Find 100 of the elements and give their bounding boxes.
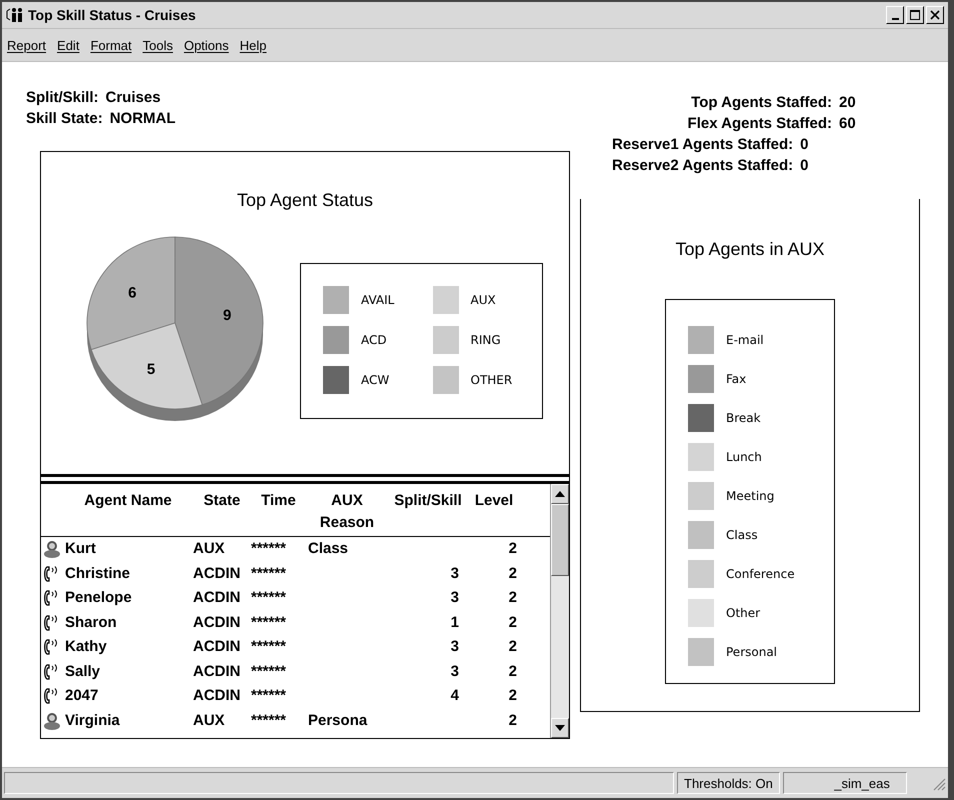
table-cell-text: 3 <box>450 662 460 682</box>
menu-item[interactable]: Tools <box>142 38 173 52</box>
table-cell-text: Class <box>307 539 350 559</box>
column-header[interactable]: Split/Skill <box>388 490 468 534</box>
table-cell-text: Persona <box>307 710 368 730</box>
table-cell-text: Penelope <box>64 588 133 608</box>
legend-label: AVAIL <box>361 293 394 307</box>
info-label: Split/Skill: <box>26 88 99 108</box>
info-value: 0 <box>800 135 810 155</box>
table-cell-text: 2 <box>508 612 518 632</box>
table-cell-text: ACDIN <box>193 588 242 608</box>
table-cell-text: 2 <box>508 710 518 730</box>
slice-label: 6 <box>128 284 136 302</box>
table-cell-text: Christine <box>64 564 132 584</box>
legend-label: Break <box>726 411 761 425</box>
status-text: _sim_eas <box>782 772 907 794</box>
info-label: Reserve2 Agents Staffed: <box>612 156 794 176</box>
table-cell-text: ACDIN <box>193 637 242 657</box>
table-cell-text: Virginia <box>64 710 121 730</box>
table-cell-text: 4 <box>450 686 460 706</box>
people-icon <box>6 7 24 23</box>
legend-label: Other <box>726 606 760 620</box>
menu-item[interactable]: Options <box>184 38 229 52</box>
legend-label: RING <box>470 333 501 347</box>
table-cell-text: 2 <box>508 564 518 584</box>
table-cell-text: ACDIN <box>193 662 242 682</box>
legend-label: Personal <box>726 645 778 659</box>
table-cell-text: ACDIN <box>193 564 242 584</box>
menu-item[interactable]: Edit <box>57 38 80 52</box>
column-header[interactable]: Agent Name <box>63 490 193 534</box>
table-cell-text: 2 <box>508 686 518 706</box>
table-cell-text: 2 <box>508 662 518 682</box>
table-cell-text: ****** <box>251 710 288 730</box>
info-label: Reserve1 Agents Staffed: <box>612 135 794 155</box>
table-cell-text: 2 <box>508 637 518 657</box>
info-label: Top Agents Staffed: <box>691 93 832 113</box>
menu-item[interactable]: Help <box>240 38 267 52</box>
person-icon <box>43 712 61 730</box>
minimize-icon <box>892 18 898 20</box>
table-cell-text: AUX <box>193 710 226 730</box>
table-cell-text: ACDIN <box>193 612 242 632</box>
table-cell-text: Sally <box>64 662 102 682</box>
column-header[interactable]: State <box>193 490 251 534</box>
maximize-button[interactable] <box>906 6 924 24</box>
scroll-thumb[interactable] <box>551 504 569 576</box>
table-cell-text: ****** <box>251 539 288 559</box>
table-cell-text: Kathy <box>64 637 108 657</box>
table-cell-text: 2 <box>508 588 518 608</box>
info-value: 0 <box>800 156 810 176</box>
chart-title: Top Agents in AUX <box>675 238 825 260</box>
person-icon <box>43 540 61 558</box>
table-cell-text: 1 <box>450 612 460 632</box>
table-cell-text: 3 <box>450 564 460 584</box>
scrollbar[interactable] <box>550 484 569 738</box>
minimize-button[interactable] <box>886 6 904 24</box>
table-cell-text: 3 <box>450 588 460 608</box>
table-cell-text: 2 <box>508 539 518 559</box>
window-title: Top Skill Status - Cruises <box>28 7 197 23</box>
menu-item[interactable]: Report <box>7 38 46 52</box>
status-text: Thresholds: On <box>677 772 780 794</box>
info-value: NORMAL <box>110 109 176 129</box>
column-header[interactable]: Time <box>251 490 306 534</box>
close-button[interactable] <box>926 6 944 24</box>
legend-label: Meeting <box>726 489 774 503</box>
legend-label: Fax <box>726 372 746 386</box>
scroll-up-icon <box>555 491 565 497</box>
info-label: Flex Agents Staffed: <box>688 114 832 134</box>
column-header[interactable]: Level <box>468 490 520 534</box>
legend-label: AUX <box>470 293 496 307</box>
table-cell-text: ACDIN <box>193 686 242 706</box>
menu-item[interactable]: Format <box>90 38 132 52</box>
legend-label: ACW <box>361 373 390 387</box>
scroll-down-icon <box>555 725 565 731</box>
close-icon <box>930 10 940 20</box>
legend-label: Class <box>726 528 758 542</box>
legend-label: Conference <box>726 567 795 581</box>
table-cell-text: 3 <box>450 637 460 657</box>
slice-label: 9 <box>222 306 232 324</box>
table-cell-text: Sharon <box>64 612 118 632</box>
info-label: Skill State: <box>26 109 103 129</box>
info-value: 20 <box>839 93 857 113</box>
chart-title: Top Agent Status <box>236 189 374 211</box>
table-cell-text: ****** <box>251 564 288 584</box>
table-cell-text: ****** <box>251 686 288 706</box>
info-value: Cruises <box>106 88 161 108</box>
column-header[interactable]: AUX Reason <box>306 490 388 534</box>
legend-label: E-mail <box>726 333 764 347</box>
info-value: 60 <box>839 114 857 134</box>
table-cell-text: ****** <box>251 588 288 608</box>
legend-label: Lunch <box>726 450 762 464</box>
table-cell-text: 2047 <box>64 686 100 706</box>
legend-label: ACD <box>361 333 387 347</box>
table-cell-text: AUX <box>193 539 226 559</box>
legend-label: OTHER <box>470 373 512 387</box>
maximize-icon <box>910 10 920 20</box>
table-cell-text: ****** <box>251 637 288 657</box>
table-cell-text: ****** <box>251 662 288 682</box>
table-cell-text: Kurt <box>64 539 97 559</box>
slice-label: 5 <box>146 360 156 378</box>
table-cell-text: ****** <box>251 612 288 632</box>
